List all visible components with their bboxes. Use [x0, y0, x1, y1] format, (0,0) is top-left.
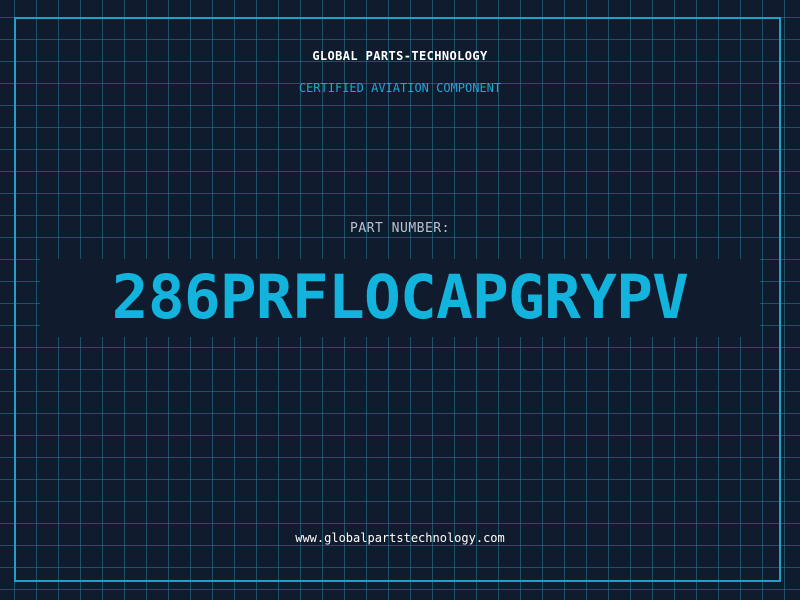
part-number-value: 286PRFLOCAPGRYPV	[111, 262, 689, 333]
certification-subtitle: CERTIFIED AVIATION COMPONENT	[298, 81, 502, 95]
company-name: GLOBAL PARTS-TECHNOLOGY	[312, 49, 488, 63]
label-canvas: GLOBAL PARTS-TECHNOLOGY CERTIFIED AVIATI…	[0, 0, 800, 600]
website-url: www.globalpartstechnology.com	[295, 531, 505, 545]
part-number-label: PART NUMBER:	[350, 221, 450, 236]
